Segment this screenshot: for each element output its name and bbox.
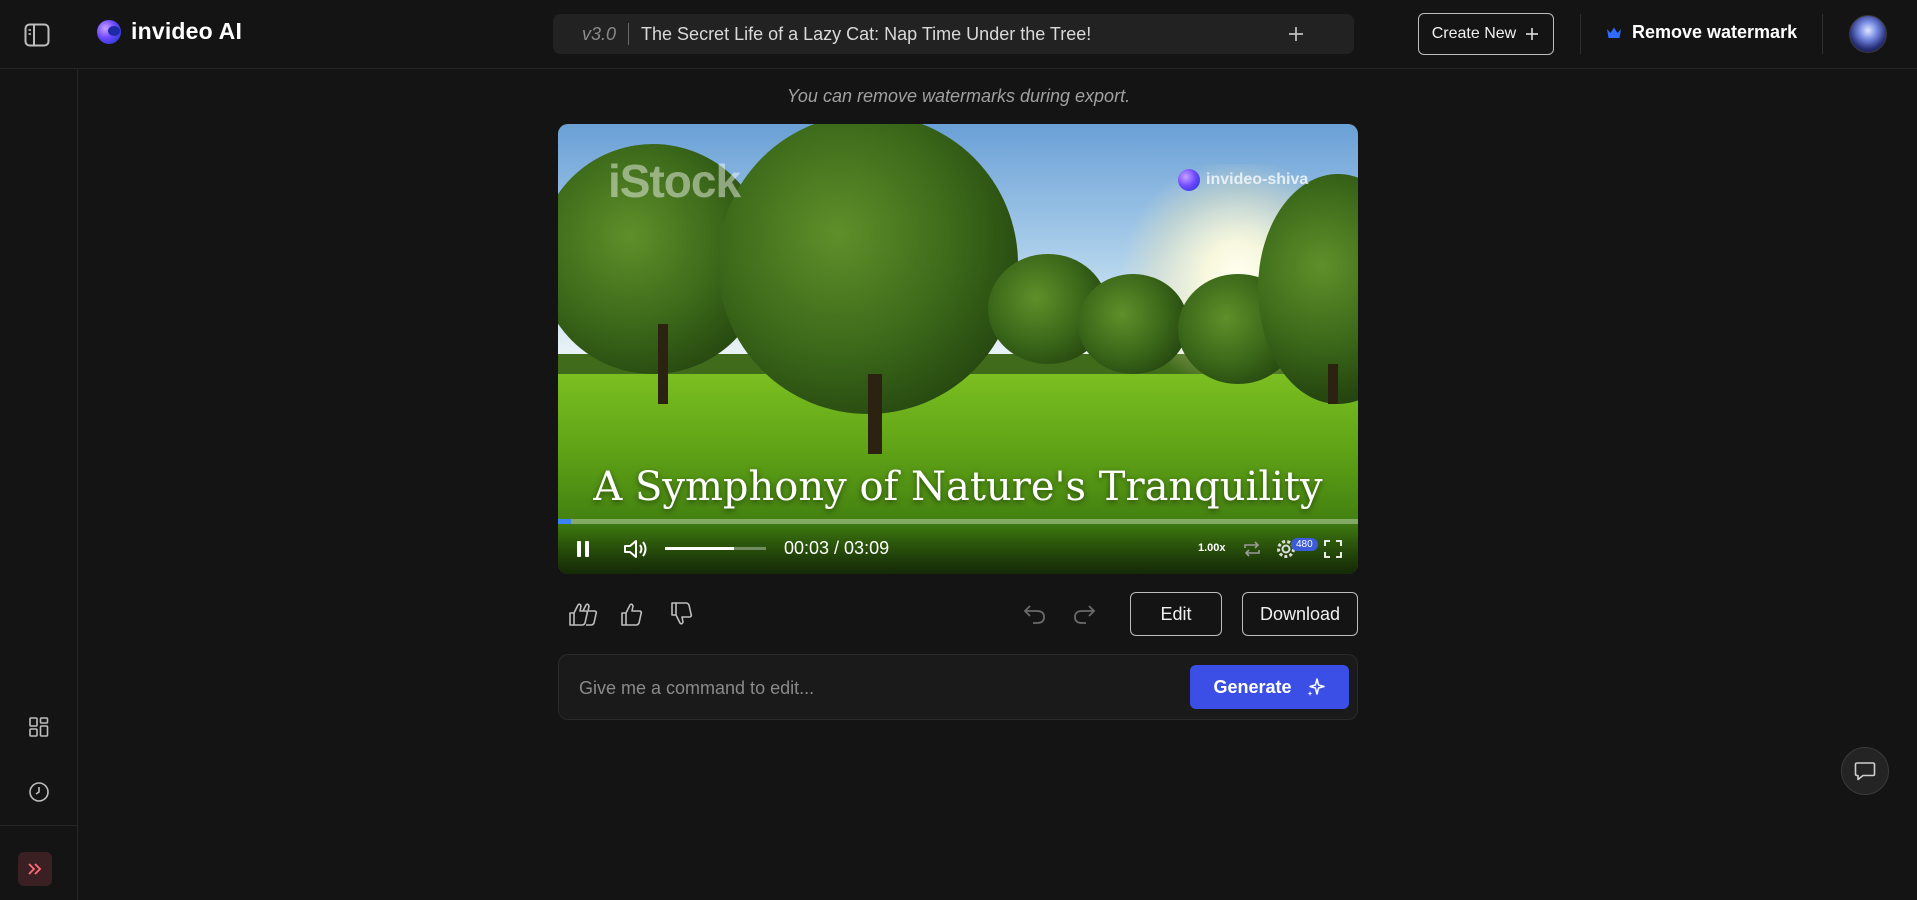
project-title-bar[interactable]: v3.0 The Secret Life of a Lazy Cat: Nap …	[553, 14, 1354, 54]
undo-icon	[1023, 605, 1045, 624]
expand-sidebar-button[interactable]	[18, 852, 52, 886]
love-it-button[interactable]	[567, 598, 601, 630]
chat-icon	[1854, 762, 1876, 781]
user-watermark: invideo-shiva	[1178, 169, 1308, 191]
playback-speed-button[interactable]: 1.00x	[1198, 542, 1226, 554]
tree-image	[1078, 274, 1188, 374]
tree-trunk-image	[868, 374, 882, 454]
history-icon[interactable]	[22, 775, 56, 809]
double-thumbs-up-icon	[569, 603, 598, 626]
thumbs-down-button[interactable]	[666, 598, 700, 630]
edit-button[interactable]: Edit	[1130, 592, 1222, 636]
brand-name: invideo AI	[131, 18, 243, 44]
fullscreen-icon	[1324, 540, 1342, 558]
brand[interactable]: invideo AI	[97, 18, 242, 45]
crown-icon	[1607, 27, 1621, 38]
thumbs-up-icon	[621, 603, 643, 626]
version-divider	[628, 23, 630, 45]
plus-icon[interactable]	[1284, 22, 1308, 46]
invideo-logo-icon	[97, 19, 121, 44]
video-actions: Edit Download	[558, 590, 1358, 638]
sidebar-toggle-icon[interactable]	[20, 20, 54, 50]
double-chevron-right-icon	[28, 863, 42, 875]
video-player[interactable]: iStock invideo-shiva A Symphony of Natur…	[558, 124, 1358, 574]
version-label: v3.0	[582, 23, 617, 44]
video-caption: A Symphony of Nature's Tranquility	[593, 464, 1323, 510]
thumbs-up-button[interactable]	[616, 598, 650, 630]
chat-button[interactable]	[1841, 747, 1889, 795]
remove-watermark-button[interactable]: Remove watermark	[1606, 22, 1797, 43]
dashboard-icon[interactable]	[22, 710, 56, 744]
top-bar: invideo AI v3.0 The Secret Life of a Laz…	[0, 0, 1917, 69]
undo-button[interactable]	[1018, 598, 1052, 630]
command-input[interactable]	[579, 673, 1139, 703]
command-box: Generate	[558, 654, 1358, 720]
header-divider	[1822, 14, 1823, 54]
pause-icon	[577, 541, 589, 557]
create-new-label: Create New	[1431, 25, 1517, 42]
seek-progress	[558, 519, 571, 524]
remove-watermark-label: Remove watermark	[1632, 22, 1798, 42]
watermark-notice: You can remove watermarks during export.	[786, 86, 1131, 106]
redo-icon	[1074, 605, 1096, 624]
sidebar-divider	[0, 825, 78, 826]
volume-slider[interactable]	[665, 547, 766, 550]
tree-image	[718, 124, 1018, 414]
volume-level	[665, 547, 734, 550]
tree-trunk-image	[1328, 364, 1338, 404]
header-divider	[1580, 14, 1581, 54]
pause-button[interactable]	[570, 537, 596, 561]
seek-bar[interactable]	[558, 519, 1358, 524]
redo-button[interactable]	[1067, 598, 1101, 630]
generate-button[interactable]: Generate	[1190, 665, 1349, 709]
project-title[interactable]: The Secret Life of a Lazy Cat: Nap Time …	[641, 24, 1091, 45]
loop-icon	[1244, 541, 1260, 557]
avatar[interactable]	[1849, 15, 1887, 53]
create-new-button[interactable]: Create New	[1418, 13, 1554, 55]
download-button[interactable]: Download	[1242, 592, 1358, 636]
user-watermark-label: invideo-shiva	[1206, 171, 1309, 188]
generate-label: Generate	[1213, 676, 1292, 697]
volume-button[interactable]	[622, 537, 650, 561]
stock-watermark: iStock	[608, 155, 741, 207]
fullscreen-button[interactable]	[1321, 537, 1345, 561]
time-display: 00:03 / 03:09	[784, 538, 890, 558]
speaker-icon	[624, 540, 647, 558]
thumbs-down-icon	[671, 602, 693, 625]
plus-icon	[1526, 28, 1539, 40]
invideo-logo-icon	[1178, 169, 1200, 191]
loop-button[interactable]	[1240, 537, 1264, 561]
quality-badge: 480	[1291, 538, 1318, 551]
tree-trunk-image	[658, 324, 668, 404]
sparkle-icon	[1307, 678, 1325, 696]
